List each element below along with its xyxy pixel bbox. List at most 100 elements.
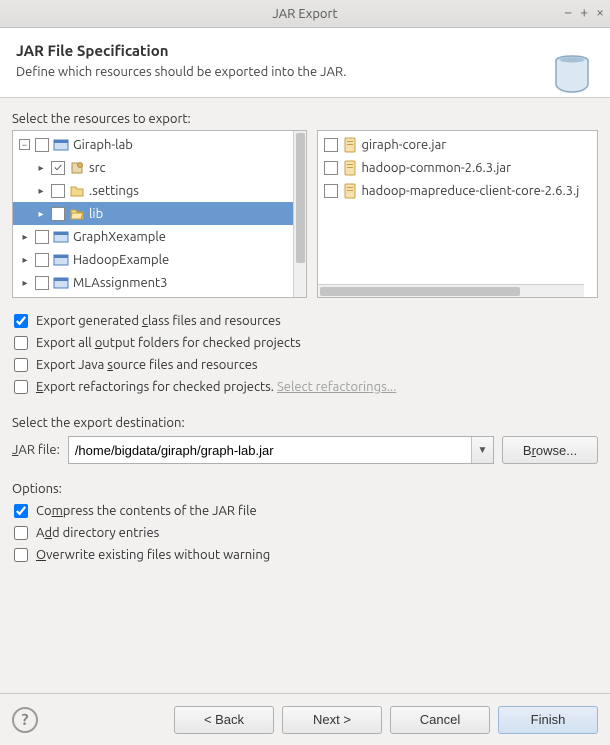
export-refactorings-row: Export refactorings for checked projects…: [12, 376, 598, 398]
tree-label: HadoopExample: [73, 253, 169, 267]
titlebar: JAR Export − + ×: [0, 0, 610, 28]
help-button[interactable]: ?: [12, 707, 38, 733]
left-tree[interactable]: − Giraph-lab ▸ ✓ src ▸: [12, 130, 307, 298]
back-button[interactable]: < Back: [174, 706, 274, 734]
tree-row[interactable]: ▸ GraphXexample: [13, 225, 293, 248]
export-source-checkbox[interactable]: [14, 358, 28, 372]
tree-checkbox[interactable]: [35, 138, 49, 152]
project-icon: [53, 137, 69, 153]
scrollbar-vertical[interactable]: [293, 131, 306, 297]
resources-label: Select the resources to export:: [12, 112, 598, 126]
wizard-footer: ? < Back Next > Cancel Finish: [0, 693, 610, 745]
project-icon: [53, 252, 69, 268]
tree-label: .settings: [89, 184, 139, 198]
wizard-body: Select the resources to export: − Giraph…: [0, 98, 610, 574]
overwrite-row: Overwrite existing files without warning: [12, 544, 598, 566]
tree-row[interactable]: ▸ ✓ src: [13, 156, 293, 179]
list-item[interactable]: hadoop-mapreduce-client-core-2.6.3.j: [318, 179, 598, 202]
compress-row: Compress the contents of the JAR file: [12, 500, 598, 522]
tree-row[interactable]: ▸ .settings: [13, 179, 293, 202]
compress-label: Compress the contents of the JAR file: [36, 504, 257, 518]
tree-label: GraphXexample: [73, 230, 166, 244]
compress-checkbox[interactable]: [14, 504, 28, 518]
expander-icon[interactable]: ▸: [35, 185, 47, 197]
list-label: hadoop-mapreduce-client-core-2.6.3.j: [362, 184, 580, 198]
export-output-row: Export all output folders for checked pr…: [12, 332, 598, 354]
add-dir-label: Add directory entries: [36, 526, 159, 540]
export-source-label: Export Java source files and resources: [36, 358, 258, 372]
jar-file-row: JAR file: ▼ Browse...: [12, 436, 598, 464]
resource-panels: − Giraph-lab ▸ ✓ src ▸: [12, 130, 598, 298]
tree-row[interactable]: ▸ HadoopExample: [13, 248, 293, 271]
jar-file-icon: [342, 183, 358, 199]
minimize-button[interactable]: −: [564, 4, 572, 20]
page-title: JAR File Specification: [16, 42, 594, 59]
list-item[interactable]: hadoop-common-2.6.3.jar: [318, 156, 598, 179]
add-dir-checkbox[interactable]: [14, 526, 28, 540]
expander-icon[interactable]: ▸: [19, 231, 31, 243]
tree-row[interactable]: − Giraph-lab: [13, 133, 293, 156]
destination-label: Select the export destination:: [12, 416, 598, 430]
tree-checkbox[interactable]: ✓: [51, 161, 65, 175]
tree-label: src: [89, 161, 106, 175]
tree-checkbox[interactable]: [35, 230, 49, 244]
right-list[interactable]: giraph-core.jar hadoop-common-2.6.3.jar …: [317, 130, 599, 298]
tree-row[interactable]: ▸ lib: [13, 202, 293, 225]
folder-icon: [69, 183, 85, 199]
tree-label: MLAssignment3: [73, 276, 168, 290]
page-subtitle: Define which resources should be exporte…: [16, 65, 594, 79]
project-icon: [53, 229, 69, 245]
list-item[interactable]: giraph-core.jar: [318, 133, 598, 156]
package-icon: [69, 160, 85, 176]
tree-checkbox[interactable]: [35, 253, 49, 267]
expander-icon[interactable]: ▸: [35, 208, 47, 220]
jar-file-icon: [342, 160, 358, 176]
expander-icon[interactable]: ▸: [35, 162, 47, 174]
expander-icon[interactable]: ▸: [19, 254, 31, 266]
tree-checkbox[interactable]: [51, 184, 65, 198]
tree-label: lib: [89, 207, 103, 221]
list-label: giraph-core.jar: [362, 138, 447, 152]
cancel-button[interactable]: Cancel: [390, 706, 490, 734]
overwrite-label: Overwrite existing files without warning: [36, 548, 270, 562]
window-title: JAR Export: [272, 7, 337, 21]
export-generated-row: Export generated class files and resourc…: [12, 310, 598, 332]
export-output-label: Export all output folders for checked pr…: [36, 336, 301, 350]
finish-button[interactable]: Finish: [498, 706, 598, 734]
browse-button[interactable]: Browse...: [502, 436, 598, 464]
jar-file-icon: [342, 137, 358, 153]
expander-icon[interactable]: ▸: [19, 277, 31, 289]
add-dir-row: Add directory entries: [12, 522, 598, 544]
window-controls: − + ×: [564, 4, 604, 20]
export-output-checkbox[interactable]: [14, 336, 28, 350]
jar-file-combo[interactable]: ▼: [68, 436, 494, 464]
tree-checkbox[interactable]: [35, 276, 49, 290]
close-button[interactable]: ×: [596, 4, 604, 20]
options-label: Options:: [12, 482, 598, 496]
wizard-header: JAR File Specification Define which reso…: [0, 28, 610, 98]
jar-file-input[interactable]: [69, 437, 471, 463]
tree-label: Giraph-lab: [73, 138, 133, 152]
list-checkbox[interactable]: [324, 184, 338, 198]
tree-row[interactable]: ▸ MLAssignment3: [13, 271, 293, 294]
select-refactorings-link[interactable]: Select refactorings...: [277, 380, 396, 394]
jar-file-label: JAR file:: [12, 443, 60, 457]
maximize-button[interactable]: +: [580, 4, 588, 20]
next-button[interactable]: Next >: [282, 706, 382, 734]
list-checkbox[interactable]: [324, 161, 338, 175]
project-icon: [53, 275, 69, 291]
scrollbar-horizontal[interactable]: [318, 284, 585, 297]
export-generated-checkbox[interactable]: [14, 314, 28, 328]
export-source-row: Export Java source files and resources: [12, 354, 598, 376]
list-label: hadoop-common-2.6.3.jar: [362, 161, 512, 175]
jar-icon: [548, 50, 596, 98]
list-checkbox[interactable]: [324, 138, 338, 152]
export-refactorings-label: Export refactorings for checked projects…: [36, 380, 396, 394]
tree-checkbox[interactable]: [51, 207, 65, 221]
collapse-icon[interactable]: −: [19, 139, 30, 150]
export-refactorings-checkbox[interactable]: [14, 380, 28, 394]
export-generated-label: Export generated class files and resourc…: [36, 314, 281, 328]
overwrite-checkbox[interactable]: [14, 548, 28, 562]
combo-dropdown-button[interactable]: ▼: [471, 437, 493, 463]
folder-open-icon: [69, 206, 85, 222]
